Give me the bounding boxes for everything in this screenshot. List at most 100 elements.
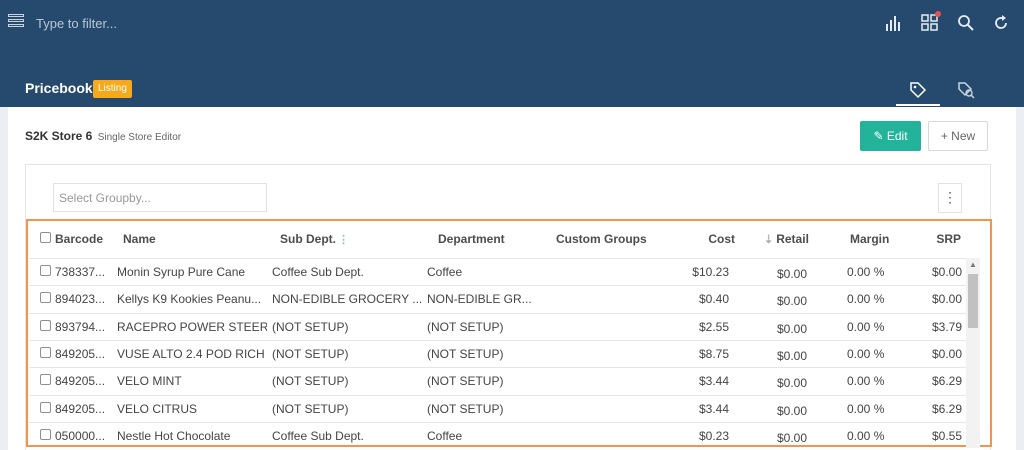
table-header: Barcode Name Sub Dept. ⋮ Department Custo… (29, 226, 984, 256)
pencil-icon: ✎ (873, 129, 884, 143)
cell-name: RACEPRO POWER STEER... (117, 319, 267, 334)
table-row[interactable]: 050000... Nestle Hot Chocolate Coffee Su… (29, 421, 974, 448)
cell-subdept: Coffee Sub Dept. (272, 265, 364, 279)
select-all-checkbox[interactable] (40, 232, 51, 243)
cell-retail: $0.00 (776, 267, 807, 281)
tag-icon (910, 82, 927, 99)
tab-pricebook[interactable] (896, 78, 940, 106)
col-department[interactable]: Department (438, 232, 505, 246)
cell-srp: $6.29 (931, 374, 962, 389)
cell-cost: $3.44 (698, 401, 729, 416)
search-tag-icon (958, 82, 975, 99)
table-row[interactable]: 894023... Kellys K9 Kookies Peanu... NON… (29, 285, 974, 312)
table-body: 738337... Monin Syrup Pure Cane Coffee S… (29, 258, 974, 448)
cell-barcode: 738337... (55, 265, 106, 279)
cell-department: (NOT SETUP) (427, 319, 504, 334)
col-subdept[interactable]: Sub Dept. ⋮ (280, 232, 349, 246)
col-name[interactable]: Name (123, 232, 156, 246)
table-row[interactable]: 738337... Monin Syrup Pure Cane Coffee S… (29, 258, 974, 285)
cell-subdept: (NOT SETUP) (272, 401, 349, 416)
row-checkbox[interactable] (40, 428, 51, 440)
cell-subdept: (NOT SETUP) (272, 374, 349, 389)
table-scrollbar[interactable]: ▲ (966, 258, 980, 448)
col-retail[interactable]: ⇣ Retail (764, 232, 809, 246)
cell-margin: 0.00 % (847, 265, 885, 279)
cell-margin: 0.00 % (847, 319, 885, 334)
cell-barcode: 849205... (55, 374, 106, 389)
cell-department: (NOT SETUP) (427, 346, 504, 361)
row-checkbox[interactable] (40, 265, 51, 276)
sort-desc-icon: ⇣ (764, 234, 774, 246)
row-checkbox[interactable] (40, 374, 51, 386)
cell-subdept: (NOT SETUP) (272, 346, 349, 361)
cell-cost: $10.23 (692, 265, 729, 279)
cell-name: VUSE ALTO 2.4 POD RICH (117, 346, 265, 361)
row-checkbox[interactable] (40, 401, 51, 413)
store-subtitle: Single Store Editor (97, 132, 182, 143)
col-cost[interactable]: Cost (685, 232, 735, 246)
bar-chart-icon[interactable] (883, 13, 903, 33)
cell-name: Monin Syrup Pure Cane (117, 265, 246, 279)
new-button[interactable]: + New (928, 121, 988, 151)
sort-icon: ⋮ (338, 234, 349, 246)
col-srp[interactable]: SRP (919, 232, 961, 246)
notification-dot (935, 11, 941, 17)
cell-cost: $0.23 (698, 428, 729, 443)
row-checkbox[interactable] (40, 346, 51, 358)
cell-name: VELO CITRUS (117, 401, 198, 416)
cell-subdept: NON-EDIBLE GROCERY ... (272, 292, 422, 307)
cell-retail: $0.00 (776, 376, 807, 391)
cell-cost: $0.40 (698, 292, 729, 307)
cell-barcode: 893794... (55, 319, 106, 334)
listing-badge: Listing (93, 80, 132, 98)
cell-subdept: Coffee Sub Dept. (272, 428, 364, 443)
cell-srp: $6.29 (931, 401, 962, 416)
cell-barcode: 849205... (55, 346, 106, 361)
cell-subdept: (NOT SETUP) (272, 319, 349, 334)
col-custom-groups[interactable]: Custom Groups (556, 232, 647, 246)
grid-icon[interactable] (920, 11, 941, 33)
plus-icon: + (940, 129, 948, 143)
refresh-icon[interactable] (991, 13, 1011, 33)
cell-retail: $0.00 (776, 321, 807, 336)
groupby-select[interactable] (53, 183, 267, 212)
col-retail-label: Retail (776, 232, 809, 246)
cell-margin: 0.00 % (847, 346, 885, 361)
cell-margin: 0.00 % (847, 292, 885, 307)
cell-barcode: 050000... (55, 428, 106, 443)
cell-srp: $3.79 (931, 319, 962, 334)
cell-srp: $0.00 (931, 346, 962, 361)
table-row[interactable]: 849205... VELO CITRUS (NOT SETUP) (NOT S… (29, 394, 974, 422)
col-margin[interactable]: Margin (850, 232, 889, 246)
page-title: Pricebook (25, 80, 93, 96)
cell-cost: $8.75 (698, 346, 729, 361)
table-row[interactable]: 849205... VELO MINT (NOT SETUP) (NOT SET… (29, 367, 974, 394)
cell-srp: $0.00 (931, 292, 962, 307)
col-barcode[interactable]: Barcode (55, 232, 103, 246)
table-row[interactable]: 893794... RACEPRO POWER STEER... (NOT SE… (29, 312, 974, 340)
cell-retail: $0.00 (776, 430, 807, 445)
new-label: New (951, 129, 976, 143)
cell-name: Kellys K9 Kookies Peanu... (117, 292, 262, 307)
row-checkbox[interactable] (40, 319, 51, 331)
cell-department: NON-EDIBLE GR... (427, 292, 532, 307)
cell-cost: $2.55 (698, 319, 729, 334)
cell-department: (NOT SETUP) (427, 374, 504, 389)
cell-margin: 0.00 % (847, 428, 885, 443)
row-checkbox[interactable] (40, 292, 51, 304)
more-options-icon[interactable]: ⋮ (938, 183, 962, 213)
col-subdept-label: Sub Dept. (280, 232, 336, 246)
cell-name: Nestle Hot Chocolate (117, 428, 231, 443)
filter-input[interactable] (36, 10, 336, 36)
edit-button[interactable]: ✎ Edit (860, 121, 921, 151)
cell-srp: $0.00 (931, 265, 962, 279)
scroll-thumb[interactable] (968, 274, 978, 328)
cell-srp: $0.55 (931, 428, 962, 443)
cell-department: (NOT SETUP) (427, 401, 504, 416)
table-row[interactable]: 849205... VUSE ALTO 2.4 POD RICH (NOT SE… (29, 339, 974, 367)
menu-icon[interactable] (8, 14, 24, 32)
scroll-up-icon[interactable]: ▲ (966, 258, 980, 272)
top-bar: Pricebook Listing (0, 0, 1024, 107)
search-icon[interactable] (956, 13, 976, 33)
tab-search-tags[interactable] (944, 78, 988, 106)
